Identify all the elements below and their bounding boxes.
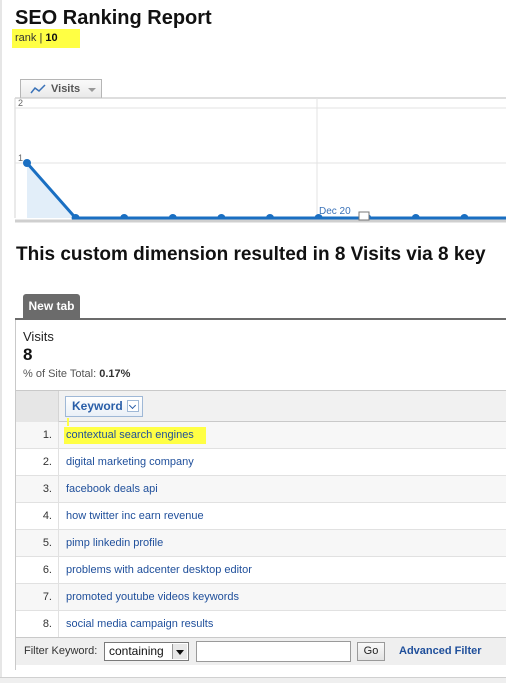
table-row: 5. pimp linkedin profile (16, 530, 506, 557)
filter-match-value: containing (109, 644, 164, 658)
row-number: 7. (42, 591, 52, 603)
keyword-table: Keyword 1. contextual search engines 2. … (16, 390, 506, 638)
x-axis-label: Dec 20 (319, 206, 351, 217)
keyword-link[interactable]: promoted youtube videos keywords (66, 584, 239, 611)
annotation-icon (358, 211, 370, 221)
visits-chart: 2 1 Dec 20 (14, 97, 506, 223)
keyword-link[interactable]: how twitter inc earn revenue (66, 503, 204, 530)
table-row: 7. promoted youtube videos keywords (16, 584, 506, 611)
filter-label: Filter Keyword: (24, 645, 98, 657)
row-number: 1. (42, 429, 52, 441)
keyword-link[interactable]: social media campaign results (66, 611, 213, 638)
row-number: 8. (42, 618, 52, 630)
table-header: Keyword (16, 390, 506, 422)
keyword-column-label: Keyword (72, 399, 123, 413)
series-line (25, 162, 506, 220)
advanced-filter-link[interactable]: Advanced Filter (399, 645, 482, 657)
sparkline-icon (30, 84, 46, 94)
series-area (27, 163, 506, 218)
row-number: 4. (42, 510, 52, 522)
table-row: 6. problems with adcenter desktop editor (16, 557, 506, 584)
rank-value: 10 (45, 32, 58, 44)
table-row: 4. how twitter inc earn revenue (16, 503, 506, 530)
site-total-label: % of Site Total: (23, 368, 97, 380)
go-button[interactable]: Go (357, 642, 385, 661)
keyword-link[interactable]: facebook deals api (66, 476, 158, 503)
filter-match-select[interactable]: containing (104, 642, 189, 661)
filter-keyword-input[interactable] (196, 641, 351, 662)
result-summary-heading: This custom dimension resulted in 8 Visi… (16, 244, 486, 265)
table-row: 3. facebook deals api (16, 476, 506, 503)
site-total-value: 0.17% (99, 368, 131, 380)
y-tick-label: 2 (18, 98, 23, 108)
keyword-link[interactable]: digital marketing company (66, 449, 194, 476)
keyword-link[interactable]: contextual search engines (64, 427, 206, 444)
chevron-down-icon[interactable] (172, 644, 187, 659)
summary-label: Visits (23, 329, 54, 344)
row-number-header (16, 391, 59, 422)
keyword-column-button[interactable]: Keyword (65, 396, 143, 417)
table-row: 2. digital marketing company (16, 449, 506, 476)
sort-icon[interactable] (127, 400, 139, 412)
report-title: SEO Ranking Report (15, 7, 212, 29)
bottom-border (0, 677, 506, 683)
keyword-link[interactable]: pimp linkedin profile (66, 530, 163, 557)
rank-highlight: rank | 10 (12, 29, 80, 48)
rank-label: rank | (15, 32, 43, 44)
filter-bar: Filter Keyword: containing Go Advanced F… (16, 637, 506, 665)
y-tick-label: 1 (18, 153, 23, 163)
tab-new-tab[interactable]: New tab (23, 294, 80, 319)
row-number: 3. (42, 483, 52, 495)
keyword-link[interactable]: problems with adcenter desktop editor (66, 557, 252, 584)
site-total-percent: % of Site Total: 0.17% (23, 368, 130, 380)
chevron-down-icon (88, 88, 96, 92)
table-row: 8. social media campaign results (16, 611, 506, 638)
highlight-mark (67, 418, 69, 426)
data-point (23, 159, 31, 167)
row-number: 2. (42, 456, 52, 468)
row-number: 5. (42, 537, 52, 549)
summary-value: 8 (23, 345, 33, 364)
table-row: 1. contextual search engines (16, 418, 506, 449)
row-number: 6. (42, 564, 52, 576)
